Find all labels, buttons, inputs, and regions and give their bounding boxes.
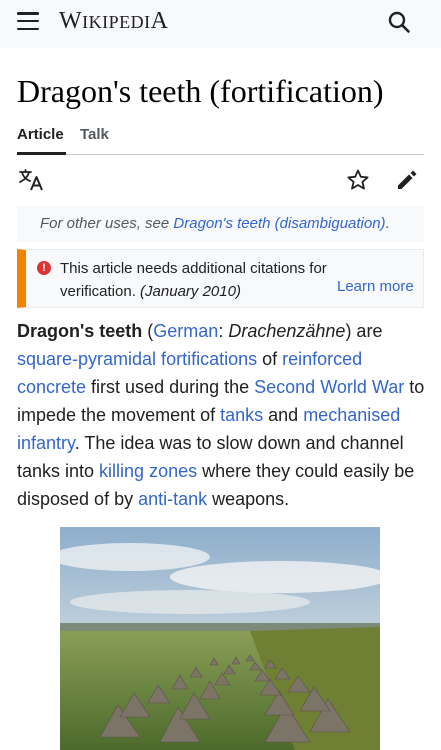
tab-article[interactable]: Article <box>17 126 66 155</box>
disambiguation-link[interactable]: Dragon's teeth (disambiguation) <box>173 215 385 232</box>
lead-text: weapons. <box>207 489 290 509</box>
wikipedia-wordmark[interactable]: WIKIPEDIA <box>59 8 169 35</box>
citation-notice[interactable]: ! This article needs additional citation… <box>17 249 424 308</box>
star-icon[interactable] <box>346 168 370 192</box>
pencil-icon[interactable] <box>395 168 419 192</box>
wordmark-middle: IKIPEDI <box>82 12 151 32</box>
search-icon[interactable] <box>387 10 411 34</box>
lead-text: and <box>263 405 304 425</box>
german-link[interactable]: German <box>153 321 218 341</box>
hatnote-prefix: For other uses, see <box>40 215 174 232</box>
hatnote: For other uses, see Dragon's teeth (disa… <box>17 206 424 242</box>
alert-icon: ! <box>37 261 51 275</box>
top-header: WIKIPEDIA <box>0 0 441 48</box>
notice-text: This article needs additional citations … <box>60 257 350 303</box>
lead-paragraph: Dragon's teeth (German: Drachenzähne) ar… <box>17 317 432 513</box>
page-title: Dragon's teeth (fortification) <box>17 73 384 109</box>
lead-text: : <box>218 321 229 341</box>
tanks-link[interactable]: tanks <box>220 405 263 425</box>
anti-tank-link[interactable]: anti-tank <box>138 489 207 509</box>
pyramid-fortifications-link[interactable]: square-pyramidal fortifications <box>17 349 257 369</box>
hamburger-menu-icon[interactable] <box>17 12 39 30</box>
hatnote-suffix: . <box>385 215 390 232</box>
lead-text: ) are <box>345 321 383 341</box>
lead-text: first used during the <box>86 377 255 397</box>
second-world-war-link[interactable]: Second World War <box>254 377 404 397</box>
lead-text: ( <box>142 321 154 341</box>
killing-zones-link[interactable]: killing zones <box>99 461 197 481</box>
lead-term: Dragon's teeth <box>17 321 143 341</box>
language-icon[interactable] <box>19 169 45 191</box>
learn-more-link[interactable]: Learn more <box>337 278 414 295</box>
lead-text: of <box>257 349 283 369</box>
wordmark-last: A <box>150 8 169 34</box>
wordmark-first: W <box>59 8 83 34</box>
lead-image[interactable] <box>60 527 380 750</box>
notice-date: (January 2010) <box>140 283 241 300</box>
native-name: Drachenzähne <box>228 321 346 341</box>
tab-talk[interactable]: Talk <box>80 126 109 143</box>
namespace-tabs: Article Talk <box>17 125 424 155</box>
